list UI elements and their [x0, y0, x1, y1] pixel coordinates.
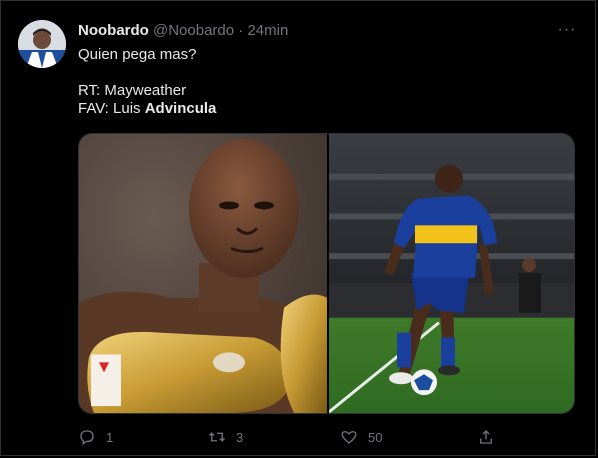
heart-icon	[341, 431, 357, 444]
reply-icon	[80, 430, 94, 446]
tweet-media[interactable]	[78, 133, 575, 414]
tweet-text: Quien pega mas? RT: Mayweather FAV: Luis…	[78, 46, 216, 118]
share-icon	[480, 430, 492, 444]
tweet-text-line-1: Quien pega mas?	[78, 46, 197, 63]
display-name[interactable]: Noobardo	[78, 22, 149, 39]
tweet-text-fav: FAV: Luis Advincula	[78, 100, 216, 118]
tweet-text-rt: RT: Mayweather	[78, 82, 187, 99]
timestamp[interactable]: 24min	[247, 22, 288, 39]
separator: ·	[238, 22, 244, 39]
tweet-actions: 1 3 50	[0, 422, 598, 452]
fav-prefix: FAV: Luis	[78, 100, 145, 117]
like-count: 50	[368, 429, 383, 445]
more-icon[interactable]: ···	[556, 20, 578, 40]
tweet-header: Noobardo @Noobardo · 24min	[78, 22, 288, 39]
handle[interactable]: @Noobardo	[153, 22, 234, 39]
reply-count: 1	[106, 429, 114, 445]
retweet-button[interactable]: 3	[208, 426, 243, 448]
share-button[interactable]	[477, 426, 505, 448]
reply-button[interactable]: 1	[78, 426, 113, 448]
media-photo-footballer[interactable]	[329, 134, 575, 413]
avatar[interactable]	[18, 20, 66, 68]
fav-bold-name: Advincula	[144, 100, 217, 117]
tweet-text-blank	[78, 64, 216, 82]
like-button[interactable]: 50	[340, 426, 382, 448]
retweet-icon	[209, 432, 225, 442]
media-photo-boxer[interactable]	[79, 134, 327, 413]
retweet-count: 3	[236, 429, 244, 445]
avatar-image	[18, 20, 66, 68]
